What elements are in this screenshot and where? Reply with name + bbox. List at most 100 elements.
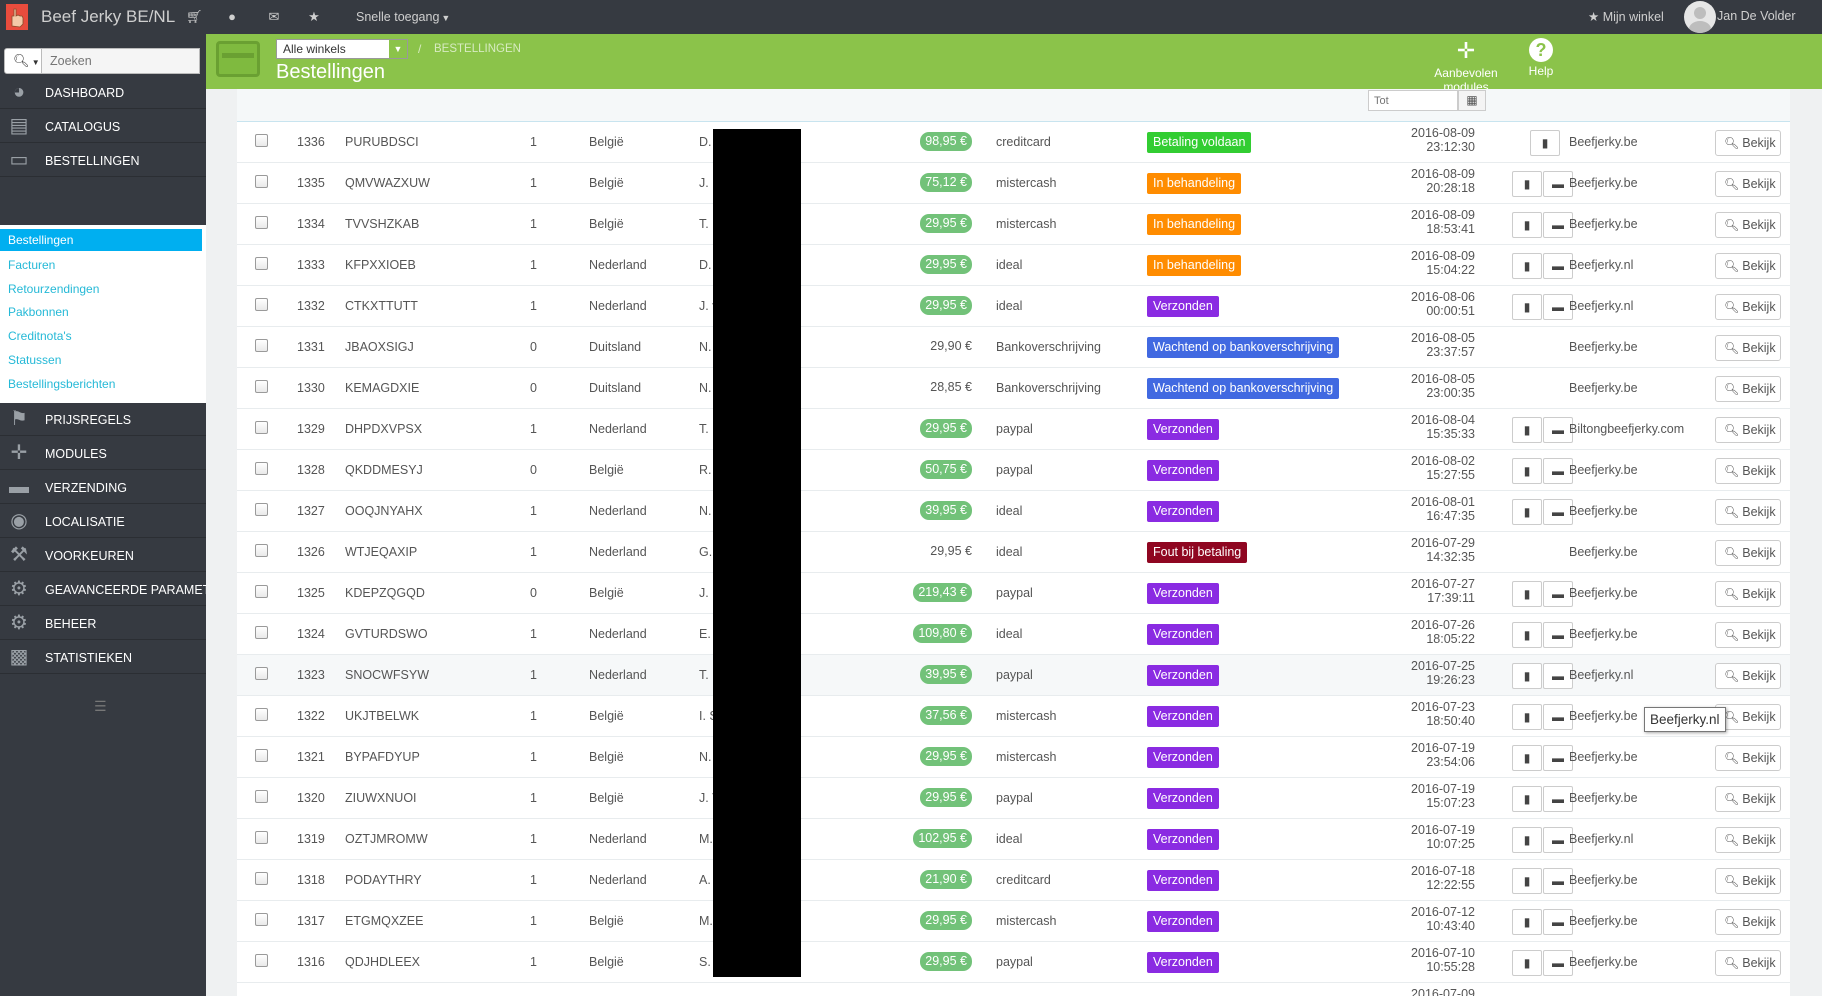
row-checkbox[interactable]: [255, 790, 268, 803]
sidebar-item-verzending[interactable]: ▬ Verzending: [0, 471, 206, 504]
invoice-button[interactable]: ▮: [1512, 294, 1542, 320]
view-order-button[interactable]: 🔍︎ Bekijk: [1715, 868, 1781, 894]
invoice-button[interactable]: ▮: [1512, 950, 1542, 976]
row-checkbox[interactable]: [255, 913, 268, 926]
invoice-button[interactable]: ▮: [1512, 171, 1542, 197]
row-checkbox[interactable]: [255, 749, 268, 762]
table-row[interactable]: 1328 QKDDMESYJ 0 België R. 50,75 € paypal Verzo…: [237, 450, 1790, 491]
cart-icon[interactable]: 🛒︎: [186, 9, 203, 25]
invoice-button[interactable]: ▮: [1512, 581, 1542, 607]
table-row[interactable]: 1336 PURUBDSCI 1 België D. 98,95 € creditcard B…: [237, 122, 1790, 163]
sidebar-item-catalogus[interactable]: ▤ Catalogus: [0, 110, 206, 143]
table-row[interactable]: 1316 QDJHDLEEX 1 België S. 29,95 € paypal Verzo…: [237, 942, 1790, 983]
search-input[interactable]: [42, 48, 200, 74]
sidebar-item-statistieken[interactable]: ▩ Statistieken: [0, 641, 206, 674]
table-row[interactable]: 1335 QMVWAZXUW 1 België J. D 75,12 € mistercas…: [237, 163, 1790, 204]
view-order-button[interactable]: 🔍︎ Bekijk: [1715, 827, 1781, 853]
table-row[interactable]: 1329 DHPDXVPSX 1 Nederland T. 29,95 € paypal Ve…: [237, 409, 1790, 450]
table-row[interactable]: 1323 SNOCWFSYW 1 Nederland T. 39,95 € paypal Ve…: [237, 655, 1790, 696]
row-checkbox[interactable]: [255, 216, 268, 229]
view-order-button[interactable]: 🔍︎ Bekijk: [1715, 622, 1781, 648]
submenu-item[interactable]: Bestellingen: [0, 229, 202, 251]
chevron-down-icon[interactable]: ▼: [389, 40, 407, 58]
row-checkbox[interactable]: [255, 134, 268, 147]
view-order-button[interactable]: 🔍︎ Bekijk: [1715, 212, 1781, 238]
submenu-item[interactable]: Creditnota's: [8, 329, 72, 343]
row-checkbox[interactable]: [255, 257, 268, 270]
envelope-icon[interactable]: ✉︎: [266, 9, 282, 25]
row-checkbox[interactable]: [255, 380, 268, 393]
logo-hand-icon[interactable]: [6, 4, 28, 30]
row-checkbox[interactable]: [255, 872, 268, 885]
submenu-item[interactable]: Pakbonnen: [8, 305, 69, 319]
table-row[interactable]: 1322 UKJTBELWK 1 België I. S 37,56 € mistercas…: [237, 696, 1790, 737]
view-order-button[interactable]: 🔍︎ Bekijk: [1715, 786, 1781, 812]
my-store-link[interactable]: ★︎ Mijn winkel: [1588, 9, 1664, 24]
table-row[interactable]: 1319 OZTJMROMW 1 Nederland M. 102,95 € ideal Ve…: [237, 819, 1790, 860]
row-checkbox[interactable]: [255, 708, 268, 721]
row-checkbox[interactable]: [255, 298, 268, 311]
row-checkbox[interactable]: [255, 585, 268, 598]
table-row[interactable]: 1334 TVVSHZKAB 1 België T. 29,95 € mistercash I…: [237, 204, 1790, 245]
table-row[interactable]: 1333 KFPXXIOEB 1 Nederland D. 29,95 € ideal In …: [237, 245, 1790, 286]
view-order-button[interactable]: 🔍︎ Bekijk: [1715, 581, 1781, 607]
recommended-modules-button[interactable]: ✛ Aanbevolen modules: [1414, 38, 1518, 94]
row-checkbox[interactable]: [255, 954, 268, 967]
row-checkbox[interactable]: [255, 544, 268, 557]
invoice-button[interactable]: ▮: [1512, 622, 1542, 648]
row-checkbox[interactable]: [255, 503, 268, 516]
view-order-button[interactable]: 🔍︎ Bekijk: [1715, 458, 1781, 484]
trophy-icon[interactable]: ★︎: [306, 9, 322, 25]
view-order-button[interactable]: 🔍︎ Bekijk: [1715, 294, 1781, 320]
help-button[interactable]: ? Help: [1526, 38, 1556, 78]
table-row[interactable]: 1330 KEMAGDXIE 0 Duitsland N. 28,85 € Bankover…: [237, 368, 1790, 409]
store-select[interactable]: Alle winkels ▼: [276, 39, 408, 59]
view-order-button[interactable]: 🔍︎ Bekijk: [1715, 499, 1781, 525]
table-row[interactable]: 1331 JBAOXSIGJ 0 Duitsland N. 29,90 € Bankover…: [237, 327, 1790, 368]
table-row[interactable]: 1332 CTKXTTUTT 1 Nederland J. v 29,95 € ideal V…: [237, 286, 1790, 327]
sidebar-item-geavanceerde-paramet-[interactable]: ⚙ Geavanceerde paramet...: [0, 573, 219, 606]
view-order-button[interactable]: 🔍︎ Bekijk: [1715, 950, 1781, 976]
invoice-button[interactable]: ▮: [1512, 663, 1542, 689]
view-order-button[interactable]: 🔍︎ Bekijk: [1715, 417, 1781, 443]
table-row[interactable]: 1321 BYPAFDYUP 1 België N. 29,95 € mistercash V…: [237, 737, 1790, 778]
invoice-button[interactable]: ▮: [1512, 417, 1542, 443]
row-checkbox[interactable]: [255, 462, 268, 475]
row-checkbox[interactable]: [255, 667, 268, 680]
sidebar-item-dashboard[interactable]: ◕ Dashboard: [0, 76, 206, 109]
submenu-item[interactable]: Bestellingsberichten: [8, 377, 115, 391]
table-row[interactable]: 1326 WTJEQAXIP 1 Nederland G. 29,95 € ideal Fou…: [237, 532, 1790, 573]
user-icon[interactable]: ●: [224, 9, 240, 25]
invoice-button[interactable]: ▮: [1512, 786, 1542, 812]
view-order-button[interactable]: 🔍︎ Bekijk: [1715, 745, 1781, 771]
row-checkbox[interactable]: [255, 339, 268, 352]
avatar[interactable]: [1684, 1, 1716, 33]
submenu-item[interactable]: Facturen: [8, 258, 55, 272]
view-order-button[interactable]: 🔍︎ Bekijk: [1715, 540, 1781, 566]
view-order-button[interactable]: 🔍︎ Bekijk: [1715, 335, 1781, 361]
invoice-button[interactable]: ▮: [1512, 909, 1542, 935]
table-row[interactable]: 1317 ETGMQXZEE 1 België M. 29,95 € mistercash V…: [237, 901, 1790, 942]
sidebar-item-modules[interactable]: ✛ Modules: [0, 437, 206, 470]
calendar-icon[interactable]: ▦: [1458, 90, 1486, 111]
row-checkbox[interactable]: [255, 626, 268, 639]
row-checkbox[interactable]: [255, 831, 268, 844]
view-order-button[interactable]: 🔍︎ Bekijk: [1715, 253, 1781, 279]
sidebar-item-prijsregels[interactable]: ⚑ Prijsregels: [0, 403, 206, 436]
table-row[interactable]: 1327 OOQJNYAHX 1 Nederland N. 39,95 € ideal Ver…: [237, 491, 1790, 532]
invoice-button[interactable]: ▮: [1512, 704, 1542, 730]
view-order-button[interactable]: 🔍︎ Bekijk: [1715, 130, 1781, 156]
table-row[interactable]: 1320 ZIUWXNUOI 1 België J. V 29,95 € paypal Ver…: [237, 778, 1790, 819]
quick-access-menu[interactable]: Snelle toegang ▼: [356, 10, 450, 24]
invoice-button[interactable]: ▮: [1512, 745, 1542, 771]
submenu-item[interactable]: Retourzendingen: [8, 282, 99, 296]
invoice-button[interactable]: ▮: [1530, 130, 1560, 156]
shop-name[interactable]: Beef Jerky BE/NL: [41, 7, 175, 27]
user-name[interactable]: Jan De Volder: [1717, 9, 1796, 23]
view-order-button[interactable]: 🔍︎ Bekijk: [1715, 663, 1781, 689]
sidebar-item-voorkeuren[interactable]: ⚒ Voorkeuren: [0, 539, 206, 572]
invoice-button[interactable]: ▮: [1512, 212, 1542, 238]
invoice-button[interactable]: ▮: [1512, 253, 1542, 279]
table-row[interactable]: 2016-07-09: [237, 983, 1790, 996]
view-order-button[interactable]: 🔍︎ Bekijk: [1715, 909, 1781, 935]
